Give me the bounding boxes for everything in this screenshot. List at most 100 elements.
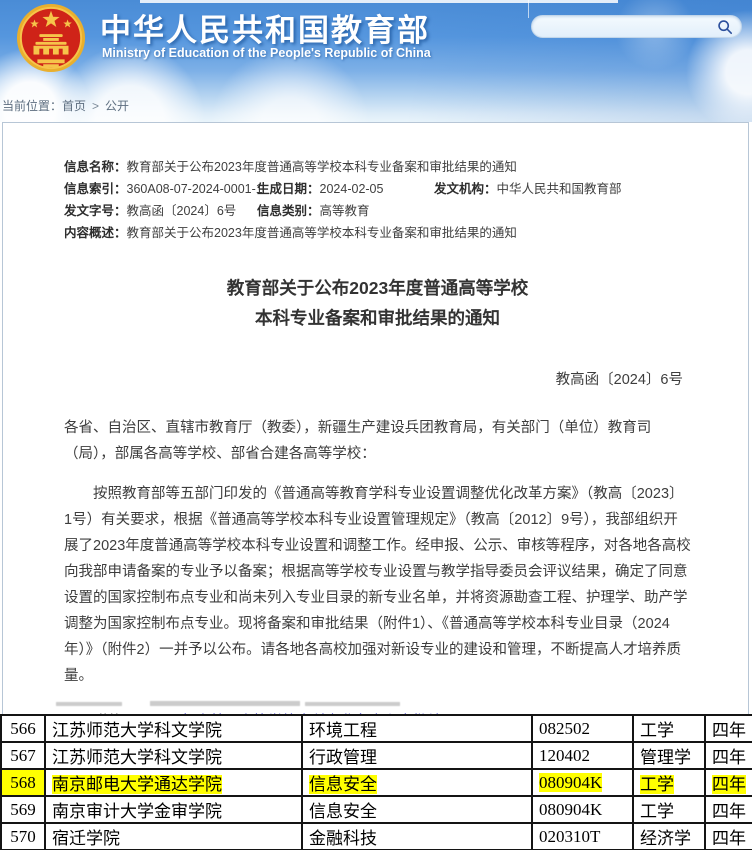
cell-text: 080904K <box>539 800 602 819</box>
cell-text: 568 <box>10 773 36 792</box>
cell-text: 工学 <box>640 721 674 740</box>
table-row: 569 南京审计大学金审学院 信息安全 080904K 工学 四年 <box>1 796 752 823</box>
table-row: 567 江苏师范大学科文学院 行政管理 120402 管理学 四年 <box>1 742 752 769</box>
window-top-glare <box>140 0 618 3</box>
meta-label: 信息名称： <box>64 156 127 178</box>
search-box[interactable] <box>531 15 742 38</box>
cell-no: 570 <box>1 823 45 850</box>
cell-years: 四年 <box>705 715 752 742</box>
cell-text: 四年 <box>712 748 746 767</box>
search-icon[interactable] <box>717 19 733 35</box>
cell-text: 四年 <box>712 829 746 848</box>
cell-text: 行政管理 <box>309 748 377 767</box>
cell-text: 管理学 <box>640 748 691 767</box>
cell-degree: 经济学 <box>633 823 705 850</box>
document-title-line2: 本科专业备案和审批结果的通知 <box>64 303 691 333</box>
cell-school: 宿迁学院 <box>45 823 302 850</box>
cell-major: 环境工程 <box>302 715 532 742</box>
meta-row-index-date-issuer: 信息索引：360A08-07-2024-0001-1 生成日期：2024-02-… <box>64 178 691 200</box>
cell-degree: 管理学 <box>633 742 705 769</box>
meta-value: 2024-02-05 <box>320 182 384 196</box>
meta-label: 内容概述： <box>64 222 127 244</box>
cell-major: 信息安全 <box>302 796 532 823</box>
cell-code: 120402 <box>532 742 633 769</box>
cell-code: 020310T <box>532 823 633 850</box>
site-subtitle: Ministry of Education of the People's Re… <box>102 46 431 60</box>
cell-school: 南京审计大学金审学院 <box>45 796 302 823</box>
table-row: 568 南京邮电大学通达学院 信息安全080904K工学四年 <box>1 769 752 796</box>
breadcrumb-current-link[interactable]: 公开 <box>105 99 129 113</box>
cell-text: 信息安全 <box>309 802 377 821</box>
table-row: 570 宿迁学院 金融科技 020310T 经济学 四年 <box>1 823 752 850</box>
document-title: 教育部关于公布2023年度普通高等学校 本科专业备案和审批结果的通知 <box>64 273 691 333</box>
cell-no: 568 <box>1 769 45 796</box>
cell-major: 行政管理 <box>302 742 532 769</box>
cell-text: 经济学 <box>640 829 691 848</box>
cell-text: 四年 <box>712 775 746 794</box>
cell-years: 四年 <box>705 823 752 850</box>
cell-text: 四年 <box>712 721 746 740</box>
site-header: 中华人民共和国教育部 Ministry of Education of the … <box>0 0 752 122</box>
cell-years: 四年 <box>705 769 752 796</box>
cell-major: 信息安全 <box>302 769 532 796</box>
cell-text: 566 <box>10 719 36 738</box>
cell-school: 南京邮电大学通达学院 <box>45 769 302 796</box>
cell-text: 569 <box>10 800 36 819</box>
cell-text: 570 <box>10 827 36 846</box>
breadcrumb-prefix: 当前位置： <box>2 99 62 113</box>
breadcrumb: 当前位置：首页 > 公开 <box>2 97 129 114</box>
document-metadata: 信息名称： 教育部关于公布2023年度普通高等学校本科专业备案和审批结果的通知 … <box>64 156 691 244</box>
cell-major: 金融科技 <box>302 823 532 850</box>
cell-text: 江苏师范大学科文学院 <box>52 721 222 740</box>
cell-text: 120402 <box>539 746 590 765</box>
meta-value: 教育部关于公布2023年度普通高等学校本科专业备案和审批结果的通知 <box>127 156 517 178</box>
cell-degree: 工学 <box>633 769 705 796</box>
breadcrumb-separator: > <box>92 99 99 113</box>
meta-value: 高等教育 <box>320 204 370 218</box>
table-row: 566 江苏师范大学科文学院 环境工程 082502 工学 四年 <box>1 715 752 742</box>
cell-text: 南京审计大学金审学院 <box>52 802 222 821</box>
cell-school: 江苏师范大学科文学院 <box>45 742 302 769</box>
meta-label: 发文字号： <box>64 204 127 218</box>
meta-label: 发文机构： <box>434 182 497 196</box>
document-title-line1: 教育部关于公布2023年度普通高等学校 <box>64 273 691 303</box>
cell-text: 金融科技 <box>309 829 377 848</box>
search-input[interactable] <box>532 16 717 37</box>
meta-label: 信息索引： <box>64 182 127 196</box>
cell-text: 082502 <box>539 719 590 738</box>
meta-row-name: 信息名称： 教育部关于公布2023年度普通高等学校本科专业备案和审批结果的通知 <box>64 156 691 178</box>
meta-value: 360A08-07-2024-0001-1 <box>127 182 263 196</box>
meta-label: 信息类别： <box>257 204 320 218</box>
cell-no: 569 <box>1 796 45 823</box>
cell-text: 江苏师范大学科文学院 <box>52 748 222 767</box>
cell-text: 工学 <box>640 802 674 821</box>
cell-school: 江苏师范大学科文学院 <box>45 715 302 742</box>
breadcrumb-home-link[interactable]: 首页 <box>62 99 86 113</box>
cell-text: 567 <box>10 746 36 765</box>
cell-code: 082502 <box>532 715 633 742</box>
cell-text: 南京邮电大学通达学院 <box>52 775 222 794</box>
china-national-emblem-icon <box>16 3 86 73</box>
meta-row-summary: 内容概述： 教育部关于公布2023年度普通高等学校本科专业备案和审批结果的通知 <box>64 222 691 244</box>
cell-years: 四年 <box>705 796 752 823</box>
cell-no: 567 <box>1 742 45 769</box>
cell-text: 环境工程 <box>309 721 377 740</box>
document-content: 信息名称： 教育部关于公布2023年度普通高等学校本科专业备案和审批结果的通知 … <box>3 123 748 735</box>
clipped-row-artifact <box>305 702 400 706</box>
cell-text: 四年 <box>712 802 746 821</box>
meta-value: 教高函〔2024〕6号 <box>127 204 237 218</box>
cell-text: 宿迁学院 <box>52 829 120 848</box>
salutation-text: 各省、自治区、直辖市教育厅（教委），新疆生产建设兵团教育局，有关部门（单位）教育… <box>64 415 691 467</box>
cell-degree: 工学 <box>633 796 705 823</box>
body-paragraph: 按照教育部等五部门印发的《普通高等教育学科专业设置调整优化改革方案》（教高〔20… <box>64 481 691 689</box>
meta-value: 教育部关于公布2023年度普通高等学校本科专业备案和审批结果的通知 <box>127 222 517 244</box>
cell-code: 080904K <box>532 769 633 796</box>
cell-degree: 工学 <box>633 715 705 742</box>
dandelion-stem-decoration <box>528 0 529 18</box>
approval-results-table: 566江苏师范大学科文学院环境工程082502工学四年567江苏师范大学科文学院… <box>0 714 752 850</box>
cell-code: 080904K <box>532 796 633 823</box>
clipped-row-artifact <box>150 701 300 706</box>
meta-label: 生成日期： <box>257 182 320 196</box>
site-title: 中华人民共和国教育部 <box>100 5 430 50</box>
cell-no: 566 <box>1 715 45 742</box>
